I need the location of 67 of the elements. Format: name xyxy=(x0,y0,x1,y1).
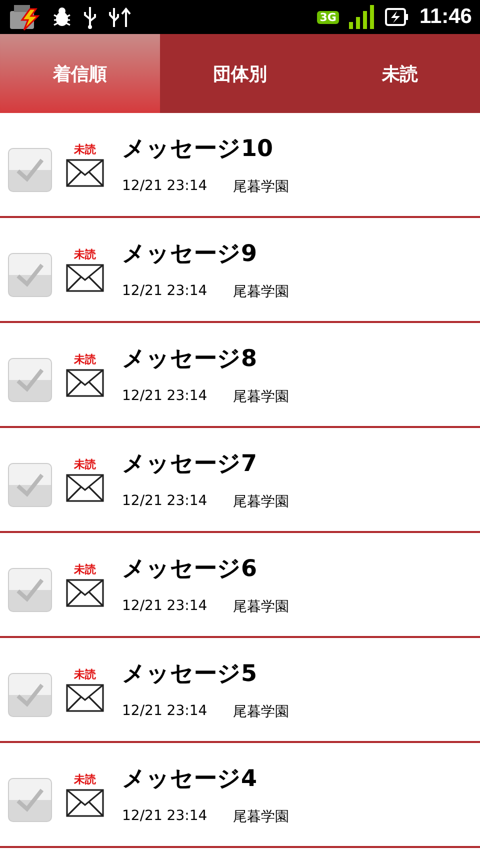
message-row[interactable]: 未読 メッセージ4 12/21 23:14 尾暮学園 xyxy=(0,743,480,848)
checkbox[interactable] xyxy=(8,672,52,716)
sender-name: 尾暮学園 xyxy=(233,178,290,196)
envelope-icon xyxy=(66,159,104,187)
message-row[interactable]: 未読 メッセージ8 12/21 23:14 尾暮学園 xyxy=(0,323,480,428)
sender-name: 尾暮学園 xyxy=(233,598,290,616)
envelope-icon xyxy=(66,474,104,502)
checkbox[interactable] xyxy=(8,778,52,822)
usb-transfer-icon xyxy=(108,5,132,29)
tab[interactable]: 未読 xyxy=(320,34,480,113)
message-date: 12/21 23:14 xyxy=(122,178,208,196)
message-title: メッセージ4 xyxy=(122,765,258,794)
clock: 11:46 xyxy=(419,5,472,29)
message-row[interactable]: 未読 メッセージ5 12/21 23:14 尾暮学園 xyxy=(0,638,480,743)
signal-icon xyxy=(349,5,376,29)
envelope-icon xyxy=(66,264,104,292)
message-date: 12/21 23:14 xyxy=(122,703,208,721)
message-title: メッセージ7 xyxy=(122,450,258,479)
unread-label: 未読 xyxy=(74,457,96,472)
check-icon xyxy=(15,366,45,392)
message-date: 12/21 23:14 xyxy=(122,283,208,301)
envelope-icon xyxy=(66,579,104,607)
unread-label: 未読 xyxy=(74,562,96,577)
message-date: 12/21 23:14 xyxy=(122,808,208,826)
unread-label: 未読 xyxy=(74,142,96,157)
tab[interactable]: 団体別 xyxy=(160,34,320,113)
message-title: メッセージ10 xyxy=(122,135,274,164)
message-date: 12/21 23:14 xyxy=(122,388,208,406)
tab[interactable]: 着信順 xyxy=(0,34,160,113)
message-title: メッセージ5 xyxy=(122,660,258,689)
check-icon xyxy=(15,576,45,602)
check-icon xyxy=(15,682,45,708)
message-row[interactable]: 未読 メッセージ10 12/21 23:14 尾暮学園 xyxy=(0,113,480,218)
check-icon xyxy=(15,472,45,498)
sender-name: 尾暮学園 xyxy=(233,283,290,301)
unread-label: 未読 xyxy=(74,667,96,682)
usb-icon xyxy=(82,5,98,29)
check-icon xyxy=(15,156,45,182)
message-title: メッセージ8 xyxy=(122,345,258,374)
check-icon xyxy=(15,262,45,288)
checkbox[interactable] xyxy=(8,358,52,402)
checkbox[interactable] xyxy=(8,252,52,296)
envelope-icon xyxy=(66,369,104,397)
message-title: メッセージ6 xyxy=(122,555,258,584)
message-row[interactable]: 未読 メッセージ9 12/21 23:14 尾暮学園 xyxy=(0,218,480,323)
network-type: 3G xyxy=(316,10,340,24)
message-date: 12/21 23:14 xyxy=(122,598,208,616)
unread-label: 未読 xyxy=(74,247,96,262)
checkbox[interactable] xyxy=(8,148,52,192)
envelope-icon xyxy=(66,684,104,712)
checkbox[interactable] xyxy=(8,462,52,506)
battery-charging-icon xyxy=(385,8,410,26)
sender-name: 尾暮学園 xyxy=(233,808,290,826)
sender-name: 尾暮学園 xyxy=(233,703,290,721)
envelope-icon xyxy=(66,789,104,817)
unread-label: 未読 xyxy=(74,772,96,787)
battery-warning-icon xyxy=(8,3,42,31)
message-date: 12/21 23:14 xyxy=(122,493,208,511)
bug-icon xyxy=(52,6,72,28)
unread-label: 未読 xyxy=(74,352,96,367)
check-icon xyxy=(15,786,45,812)
sender-name: 尾暮学園 xyxy=(233,493,290,511)
message-title: メッセージ9 xyxy=(122,240,258,269)
sender-name: 尾暮学園 xyxy=(233,388,290,406)
message-row[interactable]: 未読 メッセージ7 12/21 23:14 尾暮学園 xyxy=(0,428,480,533)
checkbox[interactable] xyxy=(8,568,52,612)
message-row[interactable]: 未読 メッセージ6 12/21 23:14 尾暮学園 xyxy=(0,533,480,638)
